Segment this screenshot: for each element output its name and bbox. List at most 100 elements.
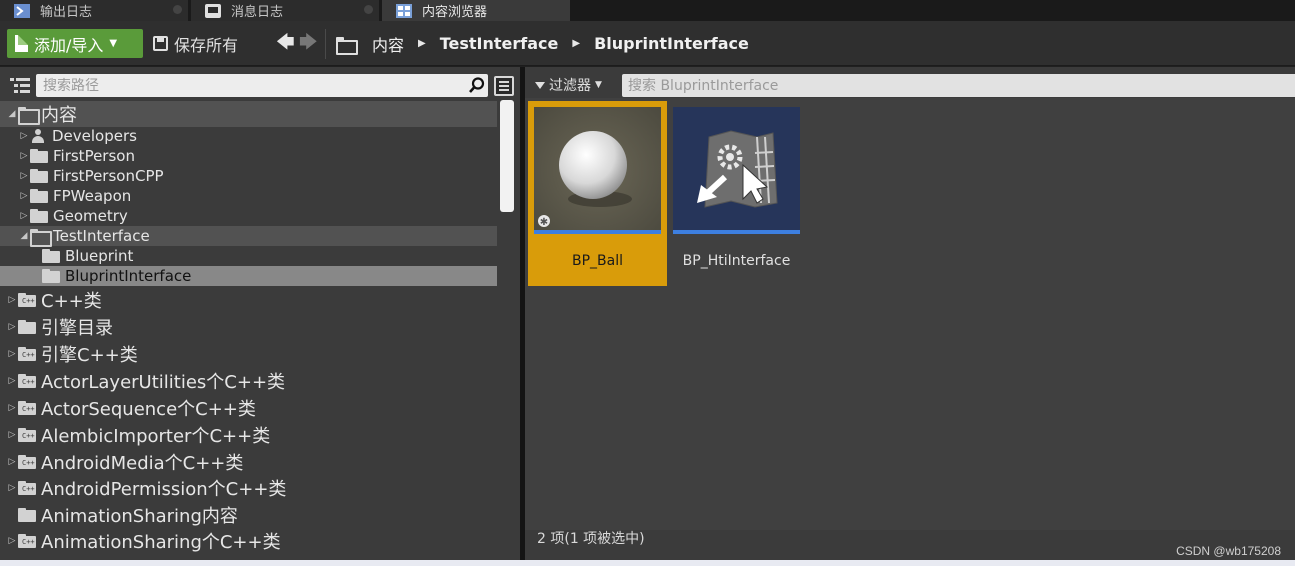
forward-arrow-icon[interactable]: 🡆 [299, 33, 318, 53]
blueprint-interface-thumbnail [673, 107, 800, 234]
path-search-field[interactable] [36, 74, 488, 97]
cpp-folder-icon: C++ [18, 293, 37, 307]
folder-open-icon [18, 107, 40, 125]
collapsed-arrow-icon[interactable]: ▷ [6, 403, 18, 413]
tree-item-actorsequence[interactable]: ▷ C++ ActorSequence个C++类 [0, 395, 256, 421]
asset-tile-bp-ball[interactable]: ✱ BP_Ball [528, 101, 667, 286]
toolbar: 添加/导入 ▼ 保存所有 🡄 🡆 内容 ▶ TestInterface ▶ Bl… [0, 21, 1295, 66]
asset-type-bar [534, 230, 661, 234]
collapsed-arrow-icon[interactable]: ▷ [18, 151, 30, 161]
output-log-icon [14, 3, 30, 18]
tab-bar: 输出日志 消息日志 内容浏览器 [0, 0, 1295, 21]
chevron-right-icon[interactable]: ▶ [572, 38, 580, 49]
collapsed-arrow-icon[interactable]: ▷ [6, 457, 18, 467]
breadcrumb-item-testinterface[interactable]: TestInterface [436, 34, 563, 53]
breadcrumb-item-content[interactable]: 内容 [368, 32, 408, 56]
tree-item-testinterface[interactable]: ◢ TestInterface [0, 226, 497, 247]
tree-item-cpp-classes[interactable]: ▷ C++ C++类 [0, 287, 102, 313]
folder-icon [30, 169, 49, 183]
tree-scrollbar[interactable] [500, 100, 514, 212]
close-icon[interactable] [364, 5, 373, 14]
collapsed-arrow-icon[interactable]: ▷ [6, 376, 18, 386]
tree-item-developers[interactable]: ▷ Developers [0, 126, 137, 146]
asset-filter-row: 过滤器 ▼ [525, 72, 1295, 98]
folder-icon [42, 249, 61, 263]
back-arrow-icon[interactable]: 🡄 [276, 33, 295, 53]
asset-search-field[interactable] [622, 74, 1295, 97]
tree-item-androidpermission[interactable]: ▷ C++ AndroidPermission个C++类 [0, 475, 287, 501]
chevron-down-icon: ▼ [109, 38, 118, 49]
asset-panel: 过滤器 ▼ 搜索 BluprintInterface ✱ BP_Ball BP_… [525, 67, 1295, 560]
folder-icon [18, 320, 37, 334]
chevron-down-icon: ▼ [595, 80, 602, 90]
folder-open-icon[interactable] [336, 36, 358, 55]
new-document-icon [15, 35, 28, 52]
cpp-folder-icon: C++ [18, 455, 37, 469]
collapsed-arrow-icon[interactable]: ▷ [18, 131, 30, 141]
path-search-input[interactable] [36, 74, 456, 97]
collapsed-arrow-icon[interactable]: ▷ [6, 430, 18, 440]
asset-name: BP_Ball [571, 253, 623, 269]
tree-item-engine-cpp-classes[interactable]: ▷ C++ 引擎C++类 [0, 341, 138, 367]
save-all-label: 保存所有 [174, 35, 239, 55]
asset-grid: ✱ BP_Ball BP_HtiInterface [525, 98, 1295, 530]
close-icon[interactable] [173, 5, 182, 14]
folder-icon [30, 189, 49, 203]
tree-item-animationsharing-content[interactable]: AnimationSharing内容 [0, 502, 238, 528]
collapsed-arrow-icon[interactable]: ▷ [6, 295, 18, 305]
chevron-right-icon[interactable]: ▶ [418, 38, 426, 49]
tab-label: 输出日志 [40, 5, 93, 20]
add-import-button[interactable]: 添加/导入 ▼ [7, 29, 143, 58]
filters-label: 过滤器 [549, 78, 591, 94]
tree-item-firstpersoncpp[interactable]: ▷ FirstPersonCPP [0, 166, 164, 186]
watermark: CSDN @wb175208 [1176, 544, 1281, 558]
collapsed-arrow-icon[interactable]: ▷ [6, 483, 18, 493]
folder-icon [30, 209, 49, 223]
collapsed-arrow-icon[interactable]: ▷ [18, 211, 30, 221]
search-icon[interactable] [469, 77, 485, 93]
collapsed-arrow-icon[interactable]: ▷ [6, 322, 18, 332]
collapsed-arrow-icon[interactable]: ▷ [6, 349, 18, 359]
collapsed-arrow-icon[interactable]: ▷ [18, 191, 30, 201]
asset-type-bar [673, 230, 800, 234]
tree-item-fpweapon[interactable]: ▷ FPWeapon [0, 186, 132, 206]
tab-content-browser[interactable]: 内容浏览器 [382, 0, 570, 21]
tab-message-log[interactable]: 消息日志 [191, 0, 379, 21]
view-options-icon[interactable] [494, 76, 514, 96]
sources-toggle-icon[interactable] [10, 76, 32, 94]
cpp-folder-icon: C++ [18, 481, 37, 495]
save-all-button[interactable]: 保存所有 [153, 29, 238, 58]
asset-tile-bp-htiinterface[interactable]: BP_HtiInterface [667, 101, 806, 286]
collapsed-arrow-icon[interactable]: ▷ [18, 171, 30, 181]
filters-button[interactable]: 过滤器 ▼ [535, 76, 602, 94]
tab-output-log[interactable]: 输出日志 [0, 0, 188, 21]
tree-item-geometry[interactable]: ▷ Geometry [0, 206, 128, 226]
folder-icon [30, 149, 49, 163]
tree-item-engine-content[interactable]: ▷ 引擎目录 [0, 314, 113, 340]
tree-item-bluprintinterface[interactable]: BluprintInterface [0, 266, 497, 286]
asset-search-input[interactable] [622, 74, 1282, 97]
asset-count-status: 2 项(1 项被选中) [537, 531, 645, 547]
folder-open-icon [30, 229, 52, 247]
asset-name: BP_HtiInterface [682, 253, 791, 269]
collapsed-arrow-icon[interactable]: ▷ [6, 536, 18, 546]
tree-item-firstperson[interactable]: ▷ FirstPerson [0, 146, 135, 166]
tree-item-animationsharing-cpp[interactable]: ▷ C++ AnimationSharing个C++类 [0, 528, 281, 554]
tree-item-alembicimporter[interactable]: ▷ C++ AlembicImporter个C++类 [0, 422, 271, 448]
folder-icon [18, 508, 37, 522]
cpp-folder-icon: C++ [18, 374, 37, 388]
tree-item-androidmedia[interactable]: ▷ C++ AndroidMedia个C++类 [0, 449, 244, 475]
sources-panel: ◢ 内容 ▷ Developers ▷ FirstPerson ▷ FirstP… [0, 67, 520, 560]
tree-item-blueprint[interactable]: Blueprint [0, 246, 133, 266]
tab-label: 消息日志 [231, 5, 284, 20]
expanded-arrow-icon[interactable]: ◢ [6, 109, 18, 119]
breadcrumb: 内容 ▶ TestInterface ▶ BluprintInterface [336, 29, 753, 58]
user-folder-icon [30, 129, 46, 143]
expanded-arrow-icon[interactable]: ◢ [18, 231, 30, 241]
tree-item-content[interactable]: ◢ 内容 [0, 101, 497, 127]
message-log-icon [205, 3, 221, 18]
save-icon [153, 36, 168, 51]
tree-item-actorlayerutilities[interactable]: ▷ C++ ActorLayerUtilities个C++类 [0, 368, 286, 394]
breadcrumb-item-bluprintinterface[interactable]: BluprintInterface [590, 34, 753, 53]
path-search-row [0, 72, 520, 98]
